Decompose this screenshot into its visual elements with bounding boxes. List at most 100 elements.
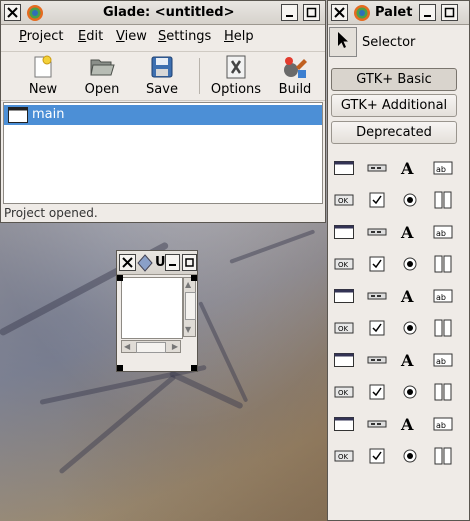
category-deprecated[interactable]: Deprecated: [331, 121, 457, 144]
list-widget-icon[interactable]: A: [398, 220, 422, 244]
maximize-icon[interactable]: [303, 4, 320, 21]
glade-diamond-icon: [137, 254, 155, 272]
color-selection-widget-icon[interactable]: A: [398, 348, 422, 372]
scroll-view-area[interactable]: [121, 277, 183, 339]
selector-label: Selector: [362, 35, 416, 50]
maximize-icon[interactable]: [441, 4, 458, 21]
close-icon[interactable]: [331, 4, 348, 21]
resize-handle[interactable]: [191, 275, 197, 281]
check-button-widget-icon[interactable]: [398, 252, 422, 276]
vscale-widget-icon[interactable]: A: [398, 412, 422, 436]
label-widget-icon[interactable]: [332, 220, 356, 244]
mini-window: U ▲ ▼ ◀ ▶: [116, 250, 198, 372]
menu-project[interactable]: Project: [19, 29, 64, 44]
vseparator-widget-icon[interactable]: [365, 316, 389, 340]
glade-app-icon: [353, 4, 371, 22]
scrolled-window-preview: ▲ ▼ ◀ ▶: [119, 275, 197, 369]
mini-titlebar: U: [117, 251, 197, 275]
hbuttonbox-widget-icon[interactable]: [332, 412, 356, 436]
tree-view-widget-icon[interactable]: ab: [431, 284, 455, 308]
option-menu-widget-icon[interactable]: [365, 284, 389, 308]
frame-widget-icon[interactable]: [365, 444, 389, 468]
fixed-widget-icon[interactable]: [431, 380, 455, 404]
open-button[interactable]: Open: [74, 54, 130, 97]
resize-handle[interactable]: [117, 275, 123, 281]
maximize-icon[interactable]: [182, 254, 197, 271]
text-view-widget-icon[interactable]: ab: [431, 220, 455, 244]
horizontal-scrollbar[interactable]: ◀ ▶: [121, 340, 181, 353]
category-gtk-basic[interactable]: GTK+ Basic: [331, 68, 457, 91]
save-button[interactable]: Save: [134, 54, 190, 97]
menu-settings[interactable]: Settings: [158, 29, 211, 44]
combo-widget-icon[interactable]: [332, 284, 356, 308]
font-selection-widget-icon[interactable]: ab: [431, 348, 455, 372]
scroll-thumb[interactable]: [185, 292, 196, 320]
project-tree[interactable]: main: [3, 102, 323, 204]
palette-window-title: Palet: [375, 5, 413, 20]
hbox-widget-icon[interactable]: OK: [332, 380, 356, 404]
entry-widget-icon[interactable]: [365, 220, 389, 244]
drawing-area-widget-icon[interactable]: [431, 316, 455, 340]
toolbar: New Open Save Options Build: [1, 52, 325, 101]
dialog-widget-icon[interactable]: OK: [332, 188, 356, 212]
scroll-up-arrow-icon: ▲: [185, 280, 192, 289]
folder-open-icon: [74, 54, 130, 80]
toolbar-widget-icon[interactable]: A: [398, 156, 422, 180]
svg-text:A: A: [400, 159, 414, 178]
vertical-scrollbar[interactable]: ▲ ▼: [183, 277, 196, 337]
new-button[interactable]: New: [15, 54, 71, 97]
alignment-widget-icon[interactable]: [431, 444, 455, 468]
hseparator-widget-icon[interactable]: OK: [332, 316, 356, 340]
scroll-thumb[interactable]: [136, 342, 166, 353]
minimize-icon[interactable]: [165, 254, 180, 271]
options-icon: [206, 54, 266, 80]
hscale-widget-icon[interactable]: ab: [431, 412, 455, 436]
svg-text:ab: ab: [436, 421, 446, 430]
tree-row-main[interactable]: main: [4, 105, 322, 125]
resize-handle[interactable]: [117, 365, 123, 371]
vruler-widget-icon[interactable]: [431, 188, 455, 212]
radio-button-widget-icon[interactable]: [431, 252, 455, 276]
menubar-widget-icon[interactable]: [365, 156, 389, 180]
svg-text:A: A: [400, 287, 414, 306]
menu-edit[interactable]: Edit: [78, 29, 103, 44]
dialog-frame-widget-icon[interactable]: [332, 348, 356, 372]
scroll-left-arrow-icon: ◀: [124, 342, 131, 351]
scroll-down-arrow-icon: ▼: [185, 325, 192, 334]
vbox-widget-icon[interactable]: [365, 380, 389, 404]
toggle-button-widget-icon[interactable]: [365, 252, 389, 276]
svg-text:OK: OK: [338, 453, 349, 461]
save-icon: [134, 54, 190, 80]
menu-help[interactable]: Help: [224, 29, 254, 44]
radio-dialog-widget-icon[interactable]: [398, 188, 422, 212]
spin-button-widget-icon[interactable]: A: [398, 284, 422, 308]
new-icon: [15, 54, 71, 80]
glade-main-window: Glade: <untitled> Project Edit View Sett…: [0, 0, 326, 223]
options-button[interactable]: Options: [206, 54, 266, 97]
table-widget-icon[interactable]: [398, 380, 422, 404]
svg-text:A: A: [400, 223, 414, 242]
svg-text:ab: ab: [436, 357, 446, 366]
wallpaper-branch: [58, 374, 177, 475]
minimize-icon[interactable]: [281, 4, 298, 21]
build-button[interactable]: Build: [267, 54, 323, 97]
notebook-widget-icon[interactable]: OK: [332, 444, 356, 468]
handlebox-widget-icon[interactable]: ab: [431, 156, 455, 180]
image-widget-icon[interactable]: [398, 316, 422, 340]
selector-button[interactable]: [329, 27, 357, 57]
resize-handle[interactable]: [191, 365, 197, 371]
palette-titlebar: Palet: [328, 1, 469, 25]
file-selection-widget-icon[interactable]: [365, 188, 389, 212]
minimize-icon[interactable]: [419, 4, 436, 21]
category-gtk-additional[interactable]: GTK+ Additional: [331, 94, 457, 117]
window-widget-icon[interactable]: [332, 156, 356, 180]
close-icon[interactable]: [119, 254, 136, 271]
palette-window: Palet Selector GTK+ Basic GTK+ Additiona…: [327, 0, 470, 521]
menu-view[interactable]: View: [116, 29, 147, 44]
file-chooser-widget-icon[interactable]: [365, 348, 389, 372]
mini-window-title: U: [155, 255, 166, 270]
scrolled-window-widget-icon[interactable]: [398, 444, 422, 468]
close-icon[interactable]: [4, 4, 21, 21]
vbuttonbox-widget-icon[interactable]: [365, 412, 389, 436]
ok-button-widget-icon[interactable]: OK: [332, 252, 356, 276]
